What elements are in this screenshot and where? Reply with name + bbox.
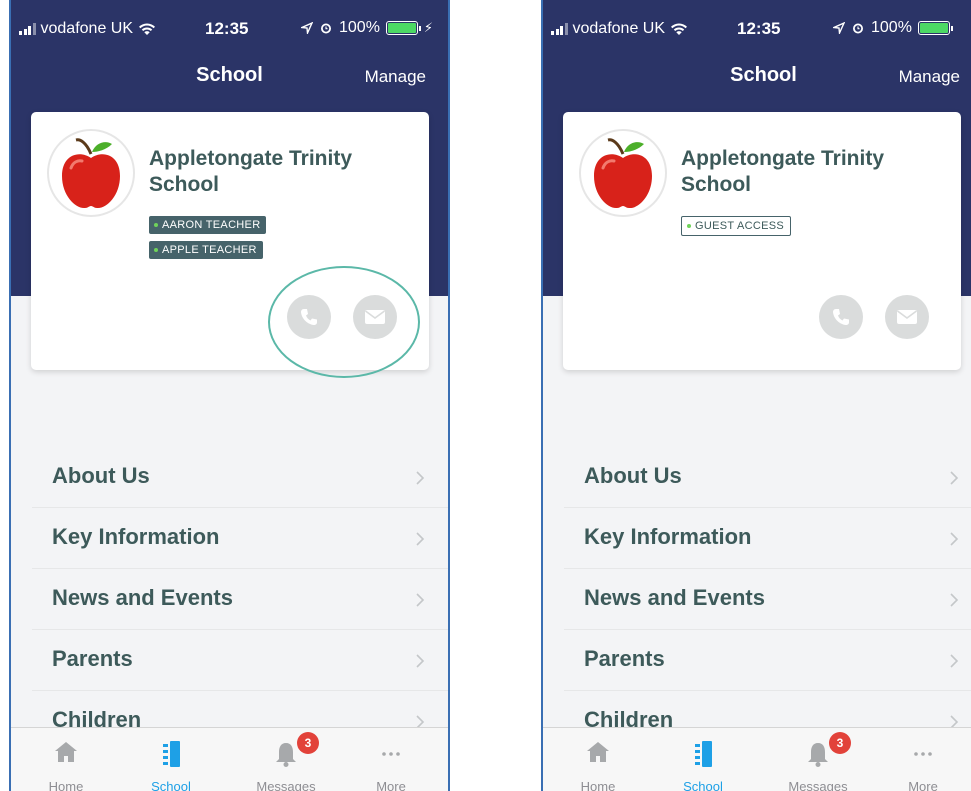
apple-icon bbox=[62, 138, 120, 209]
phone-screen-right: vodafone UK 12:35 100% School Manage App… bbox=[541, 0, 971, 791]
email-button[interactable] bbox=[885, 295, 929, 339]
role-badges: GUEST ACCESS bbox=[681, 216, 791, 236]
chevron-right-icon bbox=[416, 532, 425, 546]
school-card: Appletongate Trinity School GUEST ACCESS bbox=[563, 112, 961, 370]
menu-item-parents[interactable]: Parents bbox=[32, 630, 448, 691]
alarm-icon bbox=[321, 23, 331, 34]
location-icon bbox=[301, 22, 313, 34]
role-badges: AARON TEACHER APPLE TEACHER bbox=[149, 216, 267, 259]
menu-item-news-and-events[interactable]: News and Events bbox=[564, 569, 971, 630]
bell-icon bbox=[276, 743, 296, 767]
menu-item-about-us[interactable]: About Us bbox=[564, 447, 971, 508]
chevron-right-icon bbox=[950, 532, 959, 546]
role-badge: AARON TEACHER bbox=[149, 216, 267, 234]
messages-badge: 3 bbox=[829, 732, 851, 754]
school-logo bbox=[47, 129, 135, 217]
chevron-right-icon bbox=[416, 471, 425, 485]
chevron-right-icon bbox=[950, 471, 959, 485]
role-badge: GUEST ACCESS bbox=[681, 216, 791, 236]
phone-icon bbox=[833, 309, 849, 325]
signal-icon bbox=[19, 23, 36, 35]
phone-screen-left: vodafone UK 12:35 100% ⚡ School Manage A… bbox=[9, 0, 450, 791]
battery-percent: 100% bbox=[339, 19, 380, 36]
school-name: Appletongate Trinity School bbox=[149, 147, 353, 196]
chevron-right-icon bbox=[416, 654, 425, 668]
manage-button[interactable]: Manage bbox=[365, 67, 426, 87]
school-menu: About Us Key Information News and Events… bbox=[11, 447, 448, 752]
more-dots-icon bbox=[382, 752, 400, 756]
mail-icon bbox=[897, 310, 917, 324]
tab-bar: Home School 3 Messages More bbox=[543, 727, 971, 791]
menu-item-about-us[interactable]: About Us bbox=[32, 447, 448, 508]
menu-item-news-and-events[interactable]: News and Events bbox=[32, 569, 448, 630]
location-icon bbox=[833, 22, 845, 34]
alarm-icon bbox=[853, 23, 863, 34]
status-time: 12:35 bbox=[205, 19, 249, 38]
more-dots-icon bbox=[914, 752, 932, 756]
tab-bar: Home School 3 Messages More bbox=[11, 727, 448, 791]
chevron-right-icon bbox=[950, 654, 959, 668]
signal-icon bbox=[551, 23, 568, 35]
battery-icon: ⚡ bbox=[385, 20, 433, 36]
school-ruler-icon bbox=[163, 741, 180, 767]
menu-item-key-information[interactable]: Key Information bbox=[564, 508, 971, 569]
call-button[interactable] bbox=[819, 295, 863, 339]
home-icon bbox=[587, 742, 609, 762]
wifi-icon bbox=[671, 23, 688, 35]
chevron-right-icon bbox=[950, 593, 959, 607]
school-ruler-icon bbox=[695, 741, 712, 767]
chevron-right-icon bbox=[416, 593, 425, 607]
battery-percent: 100% bbox=[871, 19, 912, 36]
carrier-label: vodafone UK bbox=[40, 20, 134, 37]
carrier-label: vodafone UK bbox=[572, 20, 666, 37]
status-bar: vodafone UK 12:35 100% ⚡ bbox=[11, 0, 448, 42]
battery-icon bbox=[917, 21, 953, 35]
school-name: Appletongate Trinity School bbox=[681, 147, 885, 196]
wifi-icon bbox=[139, 23, 156, 35]
status-time: 12:35 bbox=[737, 19, 781, 38]
bell-icon bbox=[808, 743, 828, 767]
highlight-annotation bbox=[268, 266, 420, 378]
messages-badge: 3 bbox=[297, 732, 319, 754]
apple-icon bbox=[594, 138, 652, 209]
menu-item-parents[interactable]: Parents bbox=[564, 630, 971, 691]
school-menu: About Us Key Information News and Events… bbox=[543, 447, 971, 752]
school-logo bbox=[579, 129, 667, 217]
status-bar: vodafone UK 12:35 100% bbox=[543, 0, 971, 42]
school-card: Appletongate Trinity School AARON TEACHE… bbox=[31, 112, 429, 378]
manage-button[interactable]: Manage bbox=[899, 67, 960, 87]
role-badge: APPLE TEACHER bbox=[149, 241, 263, 259]
home-icon bbox=[55, 742, 77, 762]
menu-item-key-information[interactable]: Key Information bbox=[32, 508, 448, 569]
